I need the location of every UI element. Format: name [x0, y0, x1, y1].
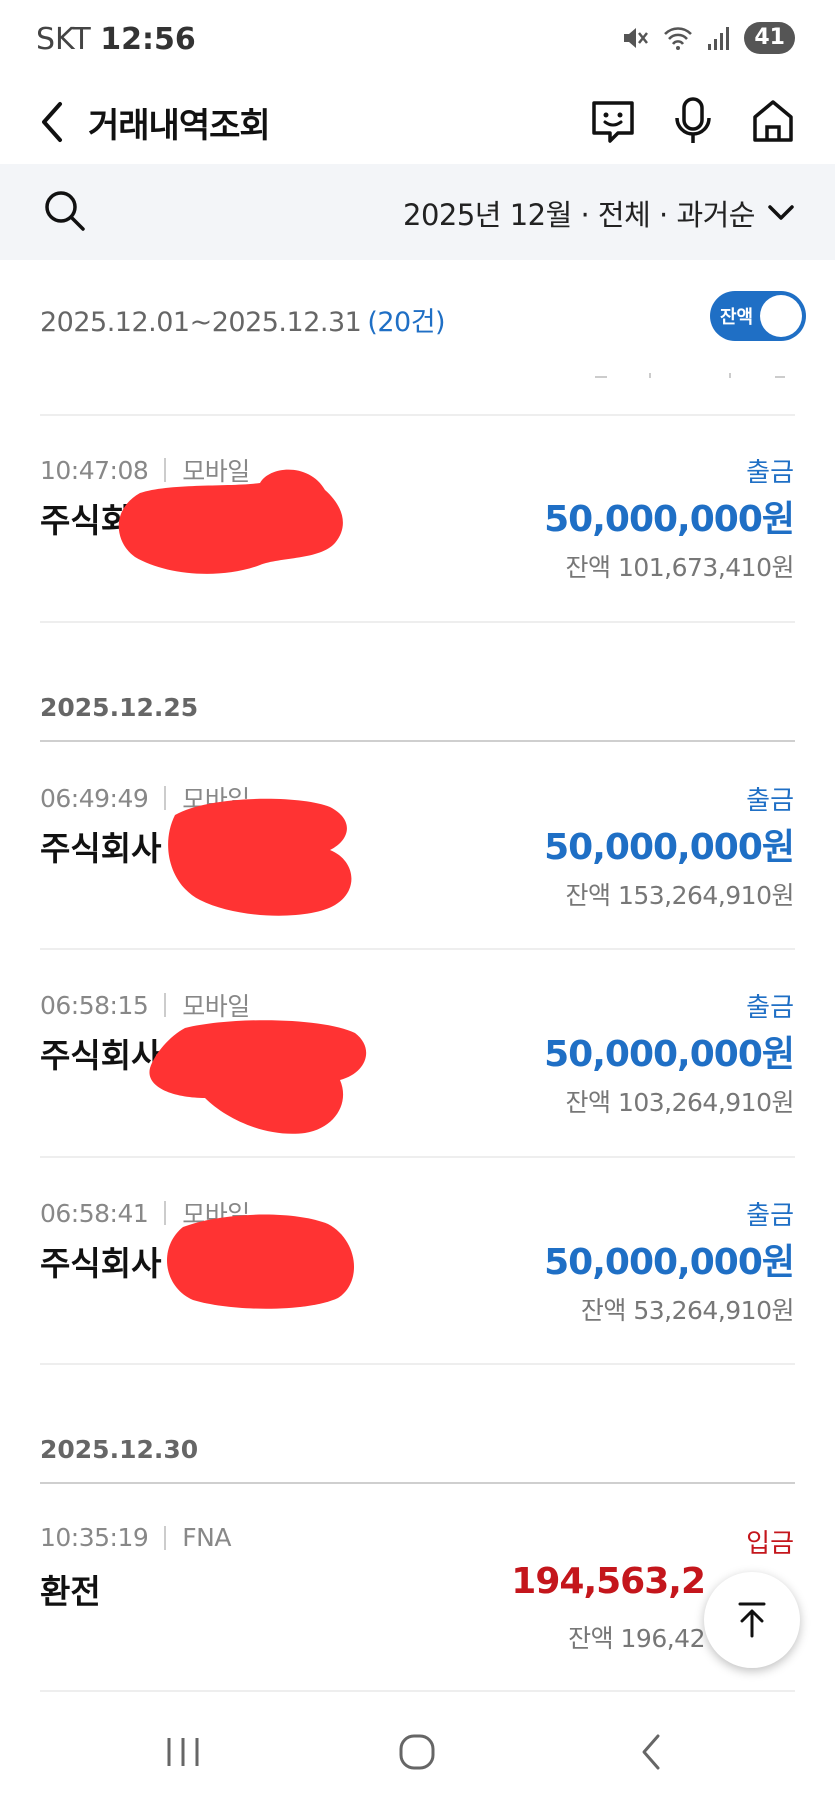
scroll-top-icon — [738, 1602, 766, 1638]
row-divider — [40, 948, 795, 950]
chatbot-button[interactable] — [582, 90, 644, 152]
row-divider — [40, 621, 795, 623]
transaction-amount: 50,000,000원 — [544, 1242, 795, 1283]
balance-toggle-label: 잔액 — [720, 307, 754, 328]
voice-button[interactable] — [662, 90, 724, 152]
range-count: (20건) — [367, 307, 446, 338]
back-button[interactable] — [34, 94, 74, 150]
status-left: SKT 12:56 — [36, 22, 196, 57]
filter-bar: 2025년 12월 · 전체 · 과거순 — [0, 164, 835, 260]
status-bar: SKT 12:56 41 — [0, 0, 835, 80]
transaction-time: 10:35:19 — [40, 1523, 149, 1552]
app-bar: 거래내역조회 — [0, 80, 835, 164]
transaction-row[interactable]: 06:58:15 모바일 주식회사 출금 50,000,000원 잔액 103,2… — [0, 987, 835, 1167]
transaction-name: 주식회사 — [40, 829, 162, 868]
transaction-balance: 잔액 53,264,910원 — [580, 1296, 795, 1325]
clock: 12:56 — [100, 22, 196, 57]
meta-separator — [164, 993, 167, 1017]
recent-apps-button[interactable] — [148, 1722, 218, 1782]
transaction-name: 환전 — [40, 1572, 101, 1611]
microphone-icon — [675, 97, 711, 143]
transaction-balance: 잔액 153,264,910원 — [565, 881, 795, 910]
redaction-mark — [118, 469, 343, 574]
wifi-icon — [662, 23, 694, 53]
date-divider — [40, 1482, 795, 1484]
row-divider — [40, 1363, 795, 1365]
home-nav-button[interactable] — [382, 1722, 452, 1782]
mute-icon — [620, 23, 650, 53]
redaction-mark — [149, 1020, 367, 1134]
back-nav-button[interactable] — [616, 1722, 686, 1782]
transaction-type: 출금 — [746, 993, 794, 1023]
transaction-time: 06:58:41 — [40, 1198, 149, 1228]
home-icon — [753, 100, 793, 142]
recent-apps-icon — [167, 1738, 199, 1766]
row-divider — [40, 414, 795, 416]
transaction-type: 출금 — [746, 786, 794, 816]
transaction-amount: 194,563,2 — [511, 1561, 706, 1602]
toggle-knob — [760, 295, 802, 337]
system-navigation-bar — [0, 1692, 835, 1810]
transaction-channel: FNA — [182, 1523, 231, 1552]
chatbot-icon — [592, 101, 634, 143]
balance-toggle[interactable]: 잔액 — [710, 291, 806, 341]
transaction-type: 출금 — [746, 458, 794, 488]
carrier: SKT — [36, 22, 91, 57]
transaction-amount: 50,000,000원 — [544, 499, 795, 540]
home-circle-icon — [399, 1734, 435, 1770]
transaction-amount: 50,000,000원 — [544, 827, 795, 868]
page-title: 거래내역조회 — [88, 106, 271, 146]
transaction-balance: 잔액 196,42 — [568, 1624, 705, 1653]
row-divider — [40, 1156, 795, 1158]
home-button[interactable] — [742, 90, 804, 152]
transaction-balance: 잔액 101,673,410원 — [565, 553, 795, 582]
scroll-top-button[interactable] — [704, 1572, 800, 1668]
search-icon — [45, 191, 85, 231]
transaction-name: 주식회사 — [40, 1036, 162, 1075]
transaction-time: 06:58:15 — [40, 990, 149, 1020]
range-row: 2025.12.01~2025.12.31 (20건) 잔액 — [0, 260, 835, 380]
transaction-amount: 50,000,000원 — [544, 1034, 795, 1075]
meta-separator — [164, 1525, 167, 1550]
transaction-type: 입금 — [746, 1529, 794, 1559]
transaction-row[interactable]: 06:49:49 모바일 주식회사 출금 50,000,000원 잔액 153,2… — [0, 780, 835, 960]
back-nav-icon — [642, 1734, 660, 1770]
transaction-type: 출금 — [746, 1201, 794, 1231]
cut-off-row-fragment — [40, 366, 795, 378]
transaction-balance: 잔액 103,264,910원 — [565, 1088, 795, 1117]
filter-summary: 2025년 12월 · 전체 · 과거순 — [403, 198, 756, 232]
range-period: 2025.12.01~2025.12.31 — [40, 307, 362, 338]
status-icons: 41 — [620, 22, 795, 54]
date-header: 2025.12.30 — [40, 1435, 199, 1464]
chevron-down-icon — [768, 205, 794, 220]
range-summary: 2025.12.01~2025.12.31 (20건) — [40, 300, 446, 339]
date-header: 2025.12.25 — [40, 693, 199, 722]
date-divider — [40, 740, 795, 742]
redaction-mark — [166, 1214, 355, 1309]
transaction-meta: 10:35:19 FNA — [40, 1523, 231, 1552]
back-icon — [42, 102, 62, 142]
transaction-row[interactable]: 06:58:41 모바일 주식회사 출금 50,000,000원 잔액 53,26… — [0, 1195, 835, 1375]
transaction-time: 06:49:49 — [40, 783, 149, 813]
search-button[interactable] — [42, 188, 88, 234]
redaction-mark — [168, 798, 352, 916]
battery-badge: 41 — [744, 22, 795, 54]
filter-dropdown[interactable]: 2025년 12월 · 전체 · 과거순 — [403, 192, 795, 234]
transaction-name: 주식회사 — [40, 1244, 162, 1283]
signal-icon — [706, 24, 732, 52]
